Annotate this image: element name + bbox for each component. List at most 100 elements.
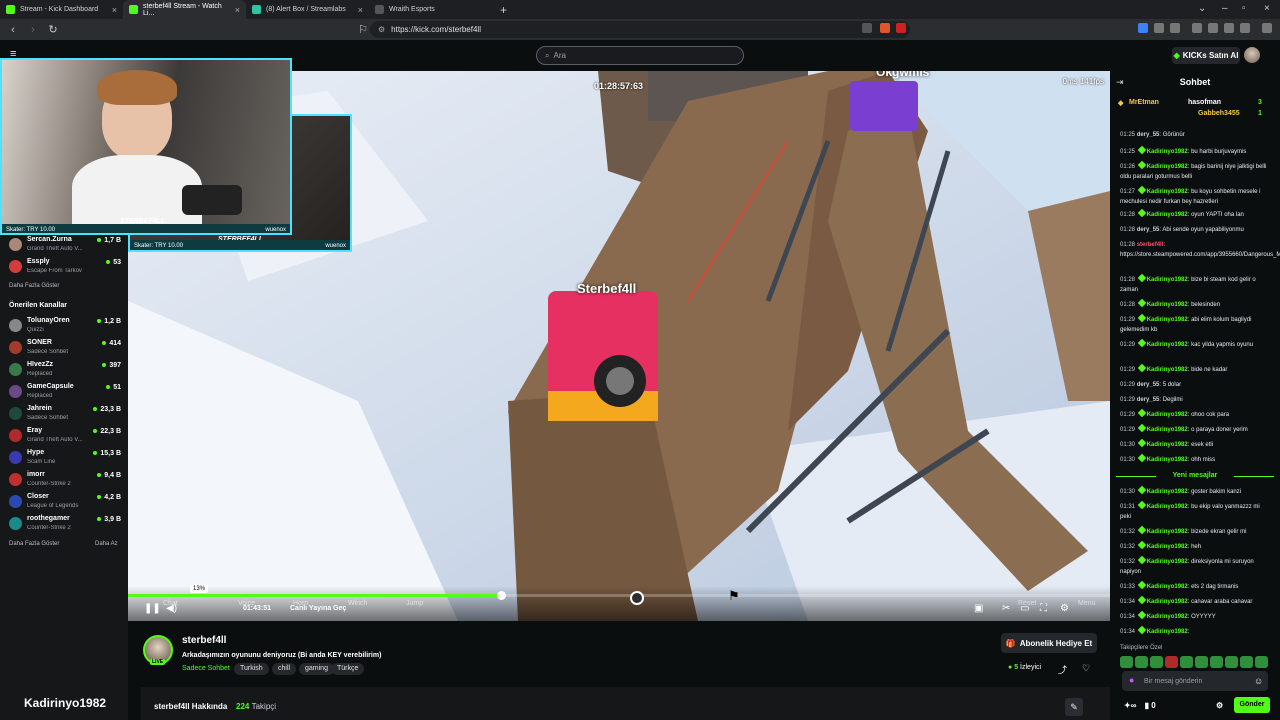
buy-kicks-button[interactable]: ◆ KICKs Satın Al — [1172, 47, 1240, 64]
go-live-link[interactable]: Canlı Yayına Geç — [290, 605, 346, 612]
close-tab-icon[interactable]: × — [235, 5, 240, 15]
sidebar-channel[interactable]: TolunayOren Quizzi 1,2 B — [9, 316, 121, 338]
search-input[interactable]: ⌕ Ara — [536, 46, 744, 65]
message-username[interactable]: Kadirinyo1982 — [1147, 212, 1188, 218]
sidebar-channel[interactable]: SONER Sadece Sohbet 414 — [9, 338, 121, 360]
reload-icon[interactable]: ↻ — [46, 23, 60, 36]
close-window-icon[interactable]: × — [1264, 3, 1270, 14]
message-username[interactable]: Kadirinyo1982 — [1147, 164, 1188, 170]
edit-pencil-icon[interactable]: ✎ — [1065, 698, 1083, 716]
emote-icon[interactable] — [1165, 656, 1178, 668]
share-icon[interactable] — [862, 23, 872, 33]
message-username[interactable]: dery_55 — [1137, 132, 1160, 138]
message-username[interactable]: Kadirinyo1982 — [1147, 529, 1188, 535]
points-icon[interactable]: ✦∞ — [1124, 701, 1136, 710]
extension-icon[interactable] — [1170, 23, 1180, 33]
emote-icon[interactable] — [1255, 656, 1268, 668]
sidebar-channel[interactable]: HIvezZz Replaced 397 — [9, 360, 121, 382]
minimize-icon[interactable]: – — [1222, 3, 1228, 14]
emote-icon[interactable] — [1240, 656, 1253, 668]
browser-tab[interactable]: (8) Alert Box / Streamlabs × — [246, 0, 369, 19]
bookmark-icon[interactable]: ▮ — [1145, 701, 1149, 710]
tag-chip[interactable]: Turkish — [234, 663, 269, 675]
message-username[interactable]: dery_55 — [1137, 227, 1160, 233]
seek-bar[interactable]: ⚑ — [128, 588, 1110, 605]
sidebar-channel[interactable]: Sercan.Zurna Grand Theft Auto V... 1,7 B — [9, 235, 121, 257]
show-more-link[interactable]: Daha Fazla Göster — [9, 541, 59, 547]
category-link[interactable]: Sadece Sohbet — [182, 665, 230, 672]
site-info-icon[interactable]: ⚙ — [378, 25, 385, 34]
new-tab-icon[interactable]: + — [500, 3, 507, 17]
tag-chip[interactable]: gaming — [299, 663, 334, 675]
browser-tab-active[interactable]: sterbef4ll Stream - Watch Li... × — [123, 0, 246, 19]
message-username[interactable]: Kadirinyo1982 — [1147, 442, 1188, 448]
sidebar-channel[interactable]: roothegamer Counter-Strike 2 3,9 B — [9, 514, 121, 536]
message-username[interactable]: Kadirinyo1982 — [1147, 302, 1188, 308]
bookmark-icon[interactable]: ⚐ — [356, 23, 370, 36]
message-username[interactable]: Kadirinyo1982 — [1147, 599, 1188, 605]
share-icon[interactable]: ⤴ — [1058, 663, 1067, 676]
fullscreen-icon[interactable]: ⛶ — [1040, 603, 1047, 614]
show-more-link[interactable]: Daha Fazla Göster — [9, 283, 59, 289]
chat-message-input[interactable]: Bir mesaj gönderin — [1122, 671, 1268, 691]
message-username[interactable]: Kadirinyo1982 — [1147, 342, 1188, 348]
settings-gear-icon[interactable]: ⚙ — [1060, 603, 1069, 614]
emote-icon[interactable] — [1225, 656, 1238, 668]
extension-icon[interactable] — [1138, 23, 1148, 33]
user-avatar[interactable] — [1244, 47, 1260, 63]
sidebar-channel[interactable]: Closer League of Legends 4,2 B — [9, 492, 121, 514]
back-icon[interactable]: ‹ — [6, 24, 20, 36]
emote-icon[interactable] — [1135, 656, 1148, 668]
message-username[interactable]: Kadirinyo1982 — [1147, 584, 1188, 590]
pip-icon[interactable]: ▣ — [974, 603, 983, 614]
sidebar-channel[interactable]: GameCapsule Replaced 51 — [9, 382, 121, 404]
sidebar-channel[interactable]: Hype Scam Line 15,3 B — [9, 448, 121, 470]
extension-icon[interactable] — [1154, 23, 1164, 33]
message-username[interactable]: Kadirinyo1982 — [1147, 559, 1188, 565]
seek-knob[interactable] — [497, 591, 507, 600]
emote-icon[interactable] — [1195, 656, 1208, 668]
message-username[interactable]: Kadirinyo1982 — [1147, 427, 1188, 433]
brave-shield-icon[interactable] — [880, 23, 890, 33]
tag-chip[interactable]: Türkçe — [331, 663, 365, 675]
emote-icon[interactable] — [1150, 656, 1163, 668]
url-field[interactable]: ⚙ https://kick.com/sterbef4ll — [370, 21, 910, 38]
message-username[interactable]: Kadirinyo1982 — [1147, 614, 1188, 620]
close-tab-icon[interactable]: × — [358, 5, 363, 15]
emote-icon[interactable] — [1210, 656, 1223, 668]
tag-chip[interactable]: chill — [272, 663, 297, 675]
sidebar-icon[interactable] — [1208, 23, 1218, 33]
message-username[interactable]: Kadirinyo1982 — [1147, 457, 1188, 463]
show-less-link[interactable]: Daha Az — [95, 541, 118, 547]
message-username[interactable]: Kadirinyo1982 — [1147, 629, 1188, 635]
message-username[interactable]: Kadirinyo1982 — [1147, 504, 1188, 510]
forward-icon[interactable]: › — [26, 24, 40, 36]
message-username[interactable]: Kadirinyo1982 — [1147, 317, 1188, 323]
tab-list-icon[interactable]: ⌄ — [1198, 3, 1206, 14]
menu-icon[interactable] — [1262, 23, 1272, 33]
message-username[interactable]: dery_55 — [1137, 382, 1160, 388]
follow-icon[interactable]: ♡ — [1082, 663, 1090, 674]
wallet-icon[interactable] — [1240, 23, 1250, 33]
browser-tab[interactable]: Wraith Esports — [369, 0, 492, 19]
send-message-button[interactable]: Gönder — [1234, 697, 1270, 713]
message-username[interactable]: dery_55 — [1137, 397, 1160, 403]
message-username[interactable]: Kadirinyo1982 — [1147, 149, 1188, 155]
theater-icon[interactable]: ▭ — [1020, 603, 1029, 614]
message-username[interactable]: Kadirinyo1982 — [1147, 544, 1188, 550]
gift-subscription-button[interactable]: 🎁 Abonelik Hediye Et — [1001, 633, 1097, 653]
emoji-icon[interactable]: ☺ — [1254, 676, 1263, 686]
sidebar-channel[interactable]: imorr Counter-Strike 2 9,4 B — [9, 470, 121, 492]
message-username[interactable]: Kadirinyo1982 — [1147, 412, 1188, 418]
pause-icon[interactable]: ❚❚ — [144, 603, 161, 614]
message-username[interactable]: Kadirinyo1982 — [1147, 277, 1188, 283]
clip-icon[interactable]: ✂ — [1002, 603, 1010, 614]
emote-icon[interactable] — [1180, 656, 1193, 668]
sidebar-channel[interactable]: Eray Grand Theft Auto V... 22,3 B — [9, 426, 121, 448]
browser-tab[interactable]: Stream - Kick Dashboard × — [0, 0, 123, 19]
message-username[interactable]: Kadirinyo1982 — [1147, 489, 1188, 495]
channel-name[interactable]: sterbef4ll — [182, 635, 226, 646]
extension-icon[interactable] — [1224, 23, 1234, 33]
emote-icon[interactable] — [1120, 656, 1133, 668]
message-username[interactable]: sterbef4ll — [1137, 242, 1164, 248]
